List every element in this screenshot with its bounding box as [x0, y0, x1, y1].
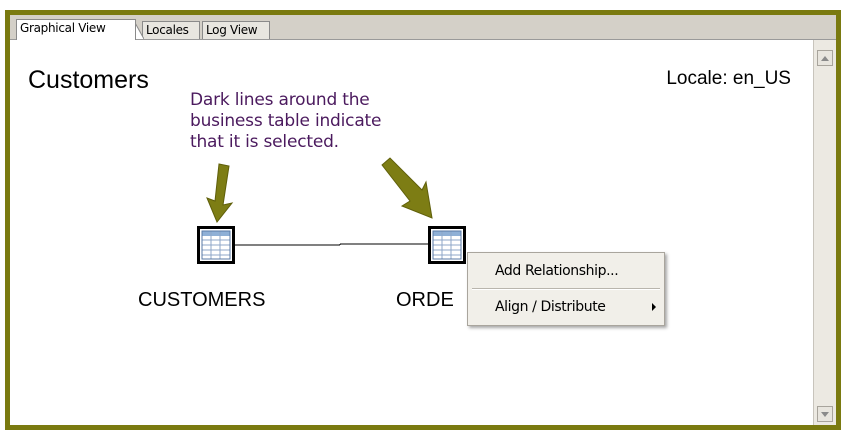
window-frame: Graphical View Locales Log View Customer…	[5, 10, 841, 430]
node-label-customers: CUSTOMERS	[138, 289, 266, 311]
table-icon	[431, 229, 463, 261]
node-label-orders: ORDE	[396, 289, 454, 311]
menu-item-add-relationship[interactable]: Add Relationship...	[468, 256, 664, 286]
relationship-line[interactable]	[10, 40, 813, 425]
scroll-up-button[interactable]	[817, 50, 833, 66]
tab-bar: Graphical View Locales Log View	[10, 15, 836, 40]
business-table-orders[interactable]	[428, 226, 466, 264]
graphical-canvas[interactable]: Customers Locale: en_US Dark lines aroun…	[10, 40, 813, 425]
context-menu: Add Relationship... Align / Distribute	[467, 252, 665, 326]
arrow-down-icon	[821, 411, 829, 417]
arrow-up-icon	[821, 55, 829, 61]
tab-graphical-view[interactable]: Graphical View	[16, 19, 136, 40]
menu-separator	[472, 288, 660, 290]
tab-locales[interactable]: Locales	[142, 21, 200, 39]
vertical-scrollbar[interactable]	[813, 40, 836, 425]
menu-item-label: Align / Distribute	[495, 299, 606, 315]
table-icon	[200, 229, 232, 261]
menu-item-align-distribute[interactable]: Align / Distribute	[468, 292, 664, 322]
scroll-down-button[interactable]	[817, 406, 833, 422]
business-table-customers[interactable]	[197, 226, 235, 264]
submenu-arrow-icon	[652, 303, 656, 311]
tab-log-view[interactable]: Log View	[202, 21, 270, 39]
